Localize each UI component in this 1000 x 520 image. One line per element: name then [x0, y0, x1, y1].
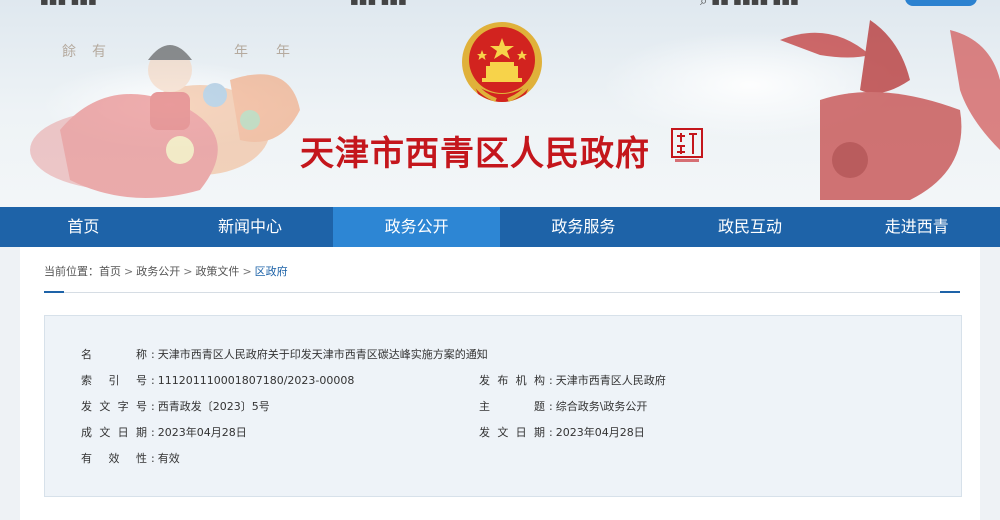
section-divider [44, 291, 960, 293]
divider-accent [44, 291, 64, 293]
red-calligraphy-art [780, 20, 1000, 200]
doc-number-value: 西青政发〔2023〕5号 [157, 400, 270, 413]
svg-text:餘: 餘 [62, 43, 76, 60]
breadcrumb-item-gov-affairs-open[interactable]: 政务公开 [136, 265, 180, 278]
breadcrumb-separator: > [183, 265, 193, 278]
nav-item-about-xiqing[interactable]: 走进西青 [833, 207, 1000, 247]
content-panel: 当前位置：首页 > 政务公开 > 政策文件 > 区政府 名 称: 天津市西青区人民政府关于印发… [20, 247, 980, 520]
breadcrumb-item-home[interactable]: 首页 [99, 265, 121, 278]
doc-number-label: 发文字号 [81, 400, 147, 413]
doc-subject-value: 综合政务\政务公开 [555, 400, 648, 413]
doc-issuer-label: 发布机构 [479, 374, 545, 387]
site-title[interactable]: 天津市西青区人民政府 [300, 126, 665, 174]
nav-item-interaction[interactable]: 政民互动 [667, 207, 834, 247]
doc-written-date-value: 2023年04月28日 [157, 426, 247, 439]
new-year-painting-art: 餘有 年 年 [30, 43, 300, 198]
doc-index-row: 索 引 号:111201110001807180/2023-00008 [81, 374, 355, 387]
breadcrumb-item-district-gov[interactable]: 区政府 [255, 265, 288, 278]
main-nav: 首页 新闻中心 政务公开 政务服务 政民互动 走进西青 [0, 207, 1000, 247]
nav-item-news[interactable]: 新闻中心 [167, 207, 334, 247]
doc-validity-label: 有 效 性 [81, 452, 147, 465]
doc-name-value: 天津市西青区人民政府关于印发天津市西青区碳达峰实施方案的通知 [157, 348, 488, 361]
national-emblem-icon [462, 22, 542, 102]
doc-index-label: 索 引 号 [81, 374, 147, 387]
divider-accent [940, 291, 960, 293]
breadcrumb: 当前位置：首页 > 政务公开 > 政策文件 > 区政府 [44, 263, 288, 279]
doc-publish-date-label: 发文日期 [479, 426, 545, 439]
doc-validity-value: 有效 [157, 452, 180, 465]
breadcrumb-separator: > [124, 265, 134, 278]
doc-written-date-label: 成文日期 [81, 426, 147, 439]
doc-issuer-value: 天津市西青区人民政府 [555, 374, 666, 387]
doc-issuer-row: 发布机构: 天津市西青区人民政府 [479, 374, 666, 387]
document-info-box: 名 称: 天津市西青区人民政府关于印发天津市西青区碳达峰实施方案的通知 索 引 号… [44, 315, 962, 497]
svg-text:年: 年 [234, 44, 248, 60]
svg-text:年: 年 [276, 44, 290, 60]
nav-item-gov-affairs-open[interactable]: 政务公开 [333, 207, 501, 247]
svg-text:有: 有 [92, 44, 106, 60]
doc-publish-date-row: 发文日期:2023年04月28日 [479, 426, 645, 439]
seal-stamp-icon [671, 128, 703, 162]
doc-name-label: 名 称 [81, 348, 147, 361]
header-banner: ▪▪▪ ▪▪▪ ▪▪▪ ▪▪▪ ⌕ ▪▪ ▪▪▪▪ ▪▪▪ 餘有 年年 天津市西… [0, 0, 1000, 207]
doc-validity-row: 有 效 性: 有效 [81, 452, 180, 465]
doc-subject-row: 主 题: 综合政务\政务公开 [479, 400, 648, 413]
breadcrumb-prefix: 当前位置： [44, 265, 99, 278]
doc-number-row: 发文字号: 西青政发〔2023〕5号 [81, 400, 270, 413]
doc-index-value: 111201110001807180/2023-00008 [157, 374, 355, 387]
breadcrumb-separator: > [242, 265, 252, 278]
breadcrumb-item-policy-docs[interactable]: 政策文件 [195, 265, 239, 278]
doc-subject-label: 主 题 [479, 400, 545, 413]
doc-written-date-row: 成文日期:2023年04月28日 [81, 426, 247, 439]
doc-publish-date-value: 2023年04月28日 [555, 426, 645, 439]
doc-name-row: 名 称: 天津市西青区人民政府关于印发天津市西青区碳达峰实施方案的通知 [81, 348, 488, 361]
nav-item-gov-services[interactable]: 政务服务 [500, 207, 667, 247]
nav-item-home[interactable]: 首页 [0, 207, 167, 247]
topbar-fragment[interactable]: ▪▪▪ ▪▪▪ [350, 0, 407, 9]
